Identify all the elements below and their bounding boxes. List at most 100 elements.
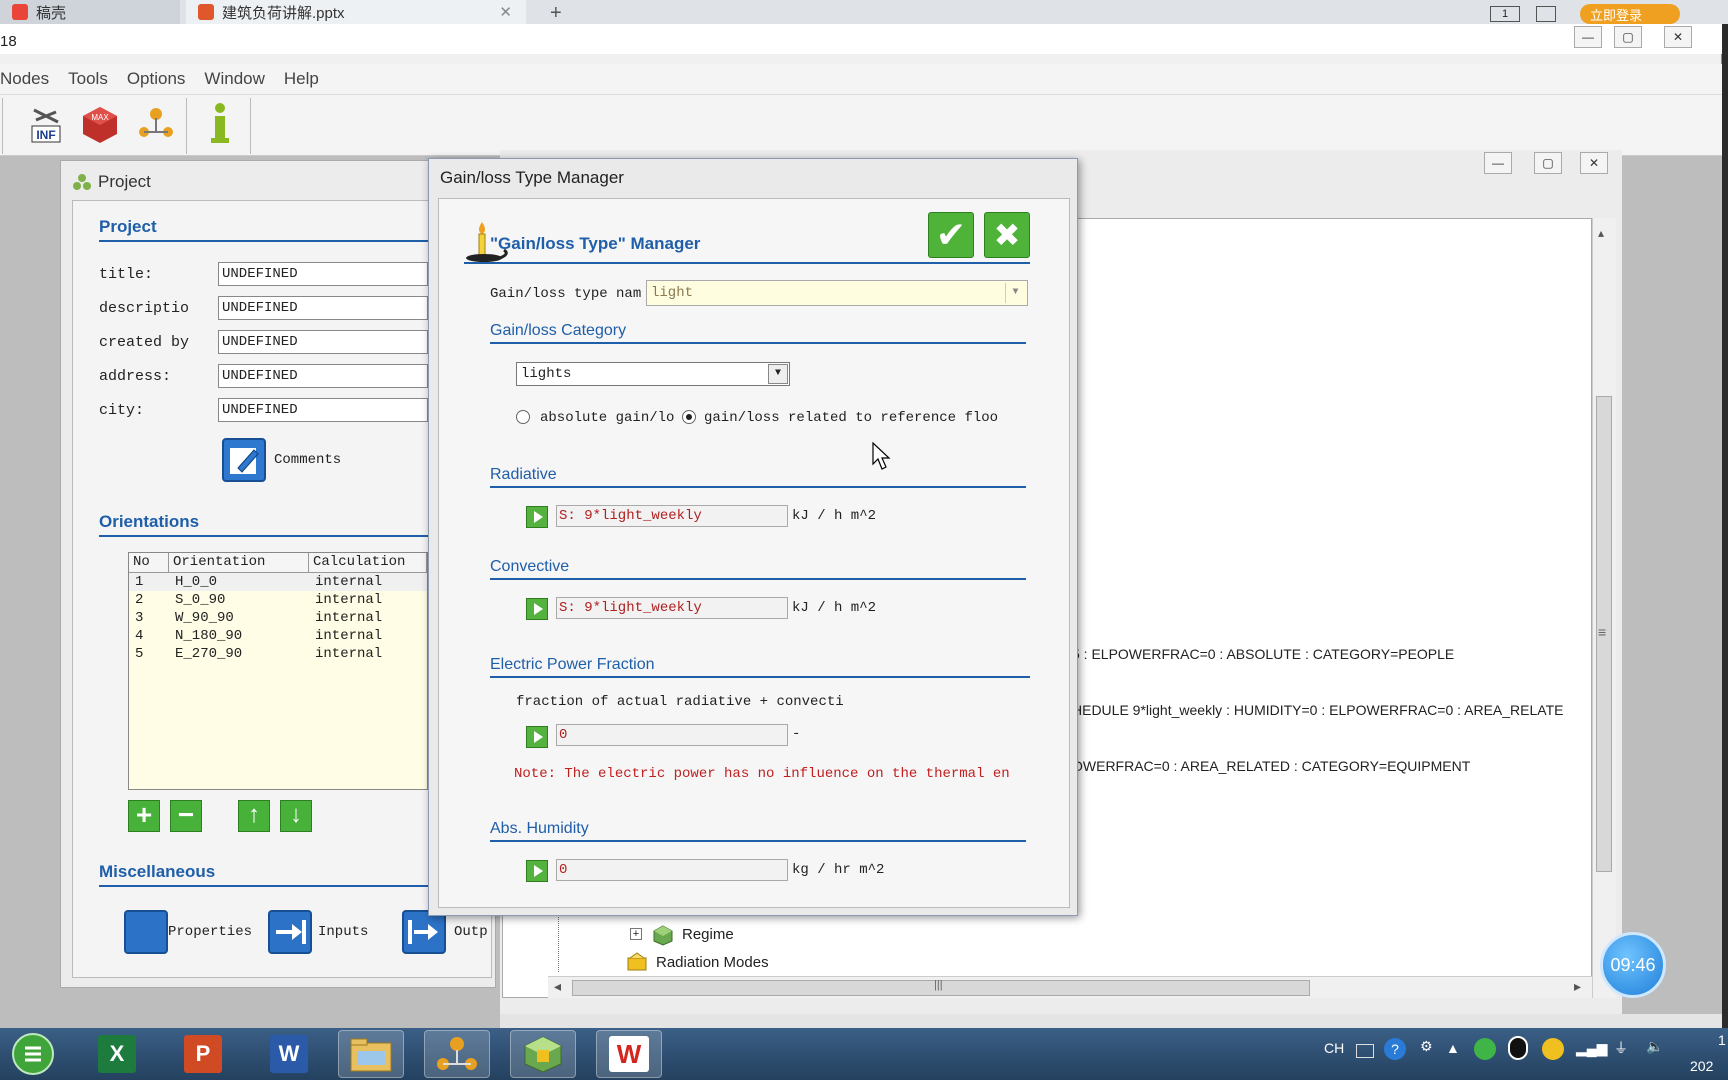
taskbar-wps[interactable]: W <box>596 1030 662 1078</box>
tree-expand-icon[interactable]: + <box>630 928 642 940</box>
login-button[interactable]: 立即登录 <box>1580 4 1680 24</box>
excel-icon: X <box>98 1035 136 1073</box>
table-row[interactable]: 1 H_0_0 internal <box>129 573 427 591</box>
address-field[interactable]: UNDEFINED <box>218 364 428 388</box>
keyboard-icon[interactable] <box>1356 1044 1374 1058</box>
info-button[interactable] <box>198 100 242 148</box>
menu-tools[interactable]: Tools <box>68 69 117 89</box>
network-button[interactable] <box>134 100 178 148</box>
floating-clock[interactable]: 09:46 <box>1600 932 1666 998</box>
radio-related[interactable] <box>682 410 696 424</box>
inputs-button[interactable] <box>268 910 312 954</box>
table-row[interactable]: 3 W_90_90 internal <box>129 609 427 627</box>
radio-related-label: gain/loss related to reference floo <box>704 410 999 426</box>
volume-icon[interactable]: 🔈 <box>1646 1038 1663 1055</box>
taskbar-excel[interactable]: X <box>84 1030 150 1078</box>
chevron-down-icon[interactable]: ▼ <box>768 364 788 384</box>
move-up-button[interactable]: ↑ <box>238 800 270 832</box>
table-row[interactable]: 5 E_270_90 internal <box>129 645 427 663</box>
maximize-button[interactable]: ▢ <box>1534 152 1562 174</box>
column-header-calculation[interactable]: Calculation <box>309 553 427 572</box>
browser-tab-2[interactable]: 建筑负荷讲解.pptx ✕ <box>186 0 526 24</box>
ok-button[interactable]: ✔ <box>928 212 974 258</box>
new-tab-button[interactable]: + <box>550 2 562 25</box>
menu-window[interactable]: Window <box>204 69 273 89</box>
cube-icon <box>524 1036 562 1073</box>
close-button[interactable]: ✕ <box>1580 152 1608 174</box>
humidity-field[interactable]: 0 <box>556 859 788 881</box>
field-label-created-by: created by <box>99 334 190 351</box>
output-arrow-icon <box>408 920 438 944</box>
play-icon[interactable] <box>526 726 548 748</box>
add-orientation-button[interactable]: + <box>128 800 160 832</box>
table-row[interactable]: 2 S_0_90 internal <box>129 591 427 609</box>
electric-fraction-field[interactable]: 0 <box>556 724 788 746</box>
tray-expand-icon[interactable]: ▲ <box>1446 1040 1460 1056</box>
convective-expression[interactable]: S: 9*light_weekly <box>556 597 788 619</box>
wechat-icon[interactable] <box>1474 1038 1496 1060</box>
scroll-right-icon[interactable]: ▸ <box>1574 978 1581 995</box>
properties-button[interactable] <box>124 910 168 954</box>
cell-no: 1 <box>135 574 144 590</box>
play-icon[interactable] <box>526 506 548 528</box>
type-name-combo[interactable]: light ▼ <box>646 280 1028 306</box>
orientations-table[interactable]: No Orientation Calculation 1 H_0_0 inter… <box>128 552 428 790</box>
inputs-label: Inputs <box>318 924 369 940</box>
max-button[interactable]: MAX <box>78 100 122 148</box>
comments-button[interactable] <box>222 438 266 482</box>
column-header-orientation[interactable]: Orientation <box>169 553 309 572</box>
column-header-no[interactable]: No <box>129 553 169 572</box>
scroll-left-icon[interactable]: ◂ <box>554 978 561 995</box>
minimize-button[interactable]: — <box>1484 152 1512 174</box>
close-button[interactable]: ✕ <box>1664 26 1692 48</box>
clock-time[interactable]: 1 <box>1718 1032 1726 1048</box>
tree-item-regime[interactable]: Regime <box>682 926 734 943</box>
radio-absolute[interactable] <box>516 410 530 424</box>
radiative-expression[interactable]: S: 9*light_weekly <box>556 505 788 527</box>
word-icon: W <box>270 1035 308 1073</box>
clock-date[interactable]: 202 <box>1690 1058 1713 1074</box>
cell-no: 2 <box>135 592 144 608</box>
page-count-icon[interactable]: 1 <box>1490 6 1520 22</box>
move-down-button[interactable]: ↓ <box>280 800 312 832</box>
cancel-button[interactable]: ✖ <box>984 212 1030 258</box>
description-field[interactable]: UNDEFINED <box>218 296 428 320</box>
play-icon[interactable] <box>526 598 548 620</box>
taskbar-explorer[interactable] <box>338 1030 404 1078</box>
table-row[interactable]: 4 N_180_90 internal <box>129 627 427 645</box>
scroll-up-icon[interactable]: ▴ <box>1598 226 1604 240</box>
minimize-button[interactable]: — <box>1574 26 1602 48</box>
outputs-button[interactable] <box>402 910 446 954</box>
taskbar-word[interactable]: W <box>256 1030 322 1078</box>
browser-tab-1[interactable]: 稿壳 <box>0 0 180 24</box>
play-icon[interactable] <box>526 860 548 882</box>
chevron-down-icon[interactable]: ▼ <box>1005 283 1025 303</box>
taskbar-trnbuild[interactable] <box>424 1030 490 1078</box>
taskbar-simulation[interactable] <box>510 1030 576 1078</box>
status-bar <box>500 1014 1722 1028</box>
title-field[interactable]: UNDEFINED <box>218 262 428 286</box>
created-by-field[interactable]: UNDEFINED <box>218 330 428 354</box>
menu-options[interactable]: Options <box>127 69 195 89</box>
tree-item-radiation-modes[interactable]: Radiation Modes <box>656 954 769 971</box>
help-icon[interactable]: ? <box>1384 1038 1406 1060</box>
cell-calculation: internal <box>315 574 383 590</box>
inf-button[interactable]: INF <box>24 100 68 148</box>
grid-icon[interactable] <box>1536 6 1556 22</box>
text-line: 5 : ELPOWERFRAC=0 : ABSOLUTE : CATEGORY=… <box>1072 646 1455 662</box>
language-indicator[interactable]: CH <box>1324 1040 1344 1056</box>
close-icon[interactable]: ✕ <box>499 3 512 21</box>
start-button[interactable] <box>0 1030 66 1078</box>
menu-nodes[interactable]: Nodes <box>0 69 58 89</box>
city-field[interactable]: UNDEFINED <box>218 398 428 422</box>
app-tray-icon[interactable] <box>1542 1038 1564 1060</box>
remove-orientation-button[interactable]: − <box>170 800 202 832</box>
signal-icon[interactable]: ▂▄▆ <box>1576 1040 1607 1057</box>
tray-settings-icon[interactable]: ⚙ <box>1420 1038 1433 1055</box>
maximize-button[interactable]: ▢ <box>1614 26 1642 48</box>
menu-help[interactable]: Help <box>284 69 328 89</box>
usb-icon[interactable]: ⏚ <box>1614 1038 1628 1058</box>
taskbar-powerpoint[interactable]: P <box>170 1030 236 1078</box>
qq-icon[interactable] <box>1508 1036 1528 1060</box>
category-select[interactable]: lights ▼ <box>516 362 790 386</box>
